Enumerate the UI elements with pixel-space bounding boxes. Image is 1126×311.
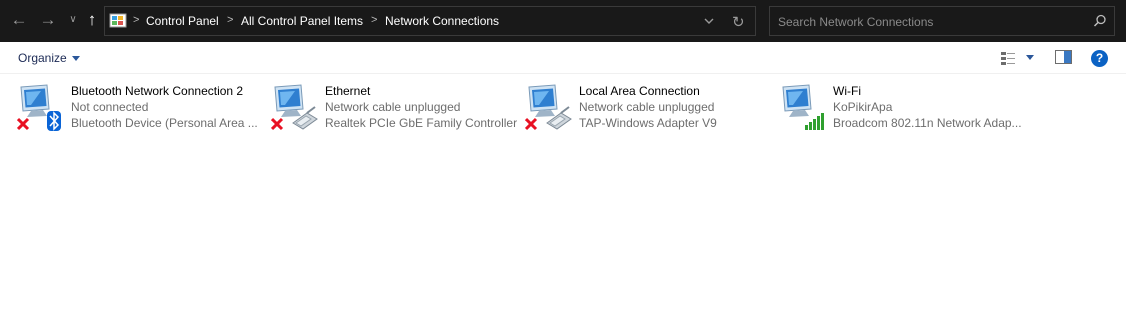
- connection-name: Local Area Connection: [579, 84, 700, 98]
- preview-pane-icon[interactable]: [1055, 50, 1072, 64]
- breadcrumb-separator-icon[interactable]: >: [133, 14, 139, 26]
- search-input[interactable]: [778, 13, 1078, 30]
- connection-device: Realtek PCIe GbE Family Controller: [325, 116, 518, 130]
- address-box[interactable]: > Control Panel > All Control Panel Item…: [104, 6, 756, 36]
- connection-status: Network cable unplugged: [325, 100, 461, 114]
- search-icon[interactable]: [1093, 14, 1107, 28]
- chevron-down-icon: [71, 56, 80, 62]
- control-panel-icon: [109, 13, 127, 28]
- organize-label: Organize: [18, 51, 67, 65]
- ethernet-network-icon: [525, 84, 572, 131]
- breadcrumb-network-connections[interactable]: Network Connections: [385, 14, 499, 28]
- connection-status: KoPikirApa: [833, 100, 893, 114]
- breadcrumb-control-panel[interactable]: Control Panel: [146, 14, 219, 28]
- refresh-icon[interactable]: ↻: [732, 13, 745, 31]
- help-icon[interactable]: ?: [1091, 50, 1108, 67]
- connections-list: Bluetooth Network Connection 2 Not conne…: [0, 75, 1126, 311]
- organize-button[interactable]: Organize: [18, 51, 80, 65]
- wifi-network-icon: [782, 84, 824, 130]
- connection-device: Broadcom 802.11n Network Adap...: [833, 116, 1022, 130]
- view-options-chevron-icon[interactable]: [1026, 55, 1034, 60]
- breadcrumb-all-control-panel-items[interactable]: All Control Panel Items: [241, 14, 363, 28]
- list-item-bluetooth-network-connection[interactable]: Bluetooth Network Connection 2 Not conne…: [17, 81, 267, 133]
- search-box[interactable]: [769, 6, 1115, 36]
- command-bar: Organize: [0, 42, 1126, 74]
- connection-device: TAP-Windows Adapter V9: [579, 116, 717, 130]
- change-view-icon[interactable]: [1000, 50, 1016, 66]
- connection-status: Network cable unplugged: [579, 100, 715, 114]
- address-dropdown-chevron-icon[interactable]: [703, 15, 715, 27]
- connection-name: Bluetooth Network Connection 2: [71, 84, 244, 98]
- address-bar: ← → ∨ ↑ > Control Panel > All Control Pa…: [0, 0, 1126, 42]
- connection-name: Wi-Fi: [833, 84, 861, 98]
- breadcrumb-separator-icon[interactable]: >: [227, 14, 233, 26]
- breadcrumb-separator-icon[interactable]: >: [371, 14, 377, 26]
- forward-arrow-icon[interactable]: →: [37, 9, 59, 31]
- connection-device: Bluetooth Device (Personal Area ...: [71, 116, 258, 130]
- connection-status: Not connected: [71, 100, 149, 114]
- ethernet-network-icon: [271, 84, 318, 131]
- up-arrow-icon[interactable]: ↑: [81, 9, 103, 31]
- list-item-wifi[interactable]: Wi-Fi KoPikirApa Broadcom 802.11n Networ…: [779, 81, 1029, 133]
- bluetooth-network-icon: [17, 84, 61, 131]
- connection-name: Ethernet: [325, 84, 371, 98]
- list-item-ethernet[interactable]: Ethernet Network cable unplugged Realtek…: [271, 81, 521, 133]
- list-item-local-area-connection[interactable]: Local Area Connection Network cable unpl…: [525, 81, 775, 133]
- back-arrow-icon[interactable]: ←: [8, 9, 30, 31]
